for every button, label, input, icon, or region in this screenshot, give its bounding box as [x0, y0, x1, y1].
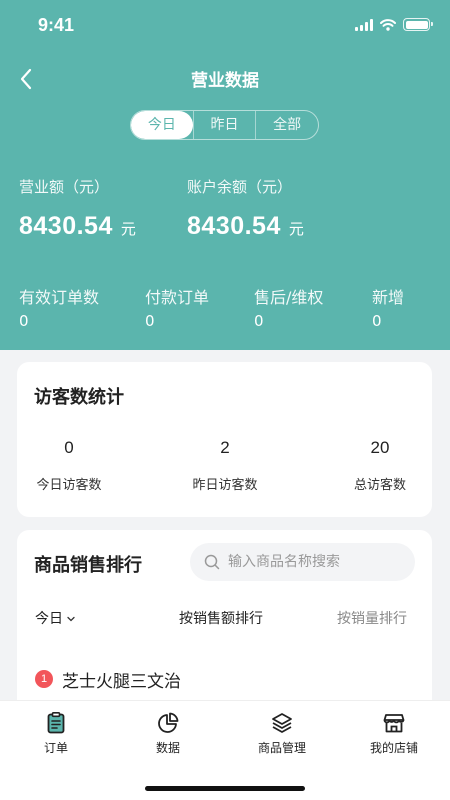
- signal-icon: [355, 18, 373, 31]
- visitor-stats-title: 访客数统计: [34, 387, 124, 408]
- wifi-icon: [380, 18, 396, 31]
- visitor-yesterday-value: 2: [220, 438, 230, 457]
- stat-valid-orders-value: 0: [19, 312, 29, 330]
- stat-paid-orders-value: 0: [145, 312, 155, 330]
- tab-my-store-label: 我的店铺: [369, 741, 418, 755]
- revenue-value: 8430.54 元: [19, 212, 136, 241]
- sort-by-quantity-tab[interactable]: 按销量排行: [337, 608, 407, 628]
- rank-badge: 1: [35, 670, 53, 688]
- search-icon: [204, 554, 220, 570]
- segment-all[interactable]: 全部: [255, 111, 318, 139]
- visitor-yesterday-label: 昨日访客数: [192, 478, 258, 493]
- stat-valid-orders-label: 有效订单数: [19, 288, 100, 307]
- visitor-stats-card: 访客数统计 0 今日访客数 2 昨日访客数 20 总访客数: [17, 362, 432, 517]
- clipboard-icon: [47, 711, 65, 734]
- visitor-total: 20 总访客数: [325, 438, 435, 493]
- revenue-label: 营业额（元）: [19, 178, 110, 196]
- balance-amount: 8430.54: [187, 212, 281, 240]
- status-icons: [355, 18, 433, 31]
- page-title: 营业数据: [191, 71, 259, 91]
- tab-product-management[interactable]: 商品管理: [232, 711, 332, 756]
- stat-new-value: 0: [372, 312, 382, 330]
- balance-label: 账户余额（元）: [187, 178, 293, 196]
- layers-icon: [272, 713, 292, 733]
- search-input[interactable]: [228, 543, 408, 581]
- store-icon: [383, 714, 405, 733]
- date-range-segment: 今日 昨日 全部: [130, 110, 319, 140]
- battery-icon: [403, 18, 433, 31]
- search-box[interactable]: [190, 543, 415, 581]
- revenue-amount: 8430.54: [19, 212, 113, 240]
- bottom-tab-bar: 订单 数据 商品管理 我的店铺: [0, 700, 450, 800]
- period-dropdown[interactable]: 今日: [35, 608, 76, 628]
- tab-orders-label: 订单: [43, 741, 68, 755]
- pie-chart-icon: [158, 712, 179, 733]
- balance-value: 8430.54 元: [187, 212, 304, 241]
- sales-ranking-title: 商品销售排行: [34, 555, 142, 576]
- stat-paid-orders-label: 付款订单: [145, 288, 210, 307]
- tab-product-management-label: 商品管理: [257, 741, 306, 755]
- tab-data-label: 数据: [155, 741, 180, 755]
- status-bar: 9:41: [0, 0, 450, 50]
- segment-yesterday[interactable]: 昨日: [192, 111, 256, 139]
- home-indicator: [145, 786, 305, 791]
- visitor-yesterday: 2 昨日访客数: [170, 438, 280, 493]
- segment-today[interactable]: 今日: [131, 111, 193, 139]
- balance-unit: 元: [288, 221, 305, 238]
- stat-after-sales-value: 0: [254, 312, 264, 330]
- visitor-total-value: 20: [370, 438, 390, 457]
- tab-orders[interactable]: 订单: [6, 711, 106, 756]
- tab-my-store[interactable]: 我的店铺: [344, 711, 444, 756]
- visitor-total-label: 总访客数: [353, 478, 406, 493]
- period-dropdown-label: 今日: [35, 611, 63, 627]
- stat-after-sales-label: 售后/维权: [254, 288, 324, 307]
- visitor-today-value: 0: [64, 438, 74, 457]
- chevron-down-icon: [67, 616, 75, 622]
- header: 9:41 营业数据 今日 昨日 全部 营业额（元） 8430.54 元 账户余额（…: [0, 0, 450, 350]
- visitor-today-label: 今日访客数: [36, 478, 102, 493]
- status-time: 9:41: [38, 15, 75, 35]
- revenue-unit: 元: [120, 221, 137, 238]
- stat-new-label: 新增: [372, 288, 405, 307]
- visitor-today: 0 今日访客数: [14, 438, 124, 493]
- sort-by-amount-tab[interactable]: 按销售额排行: [179, 608, 263, 628]
- tab-data[interactable]: 数据: [118, 711, 218, 756]
- ranked-product-name[interactable]: 芝士火腿三文治: [62, 667, 181, 692]
